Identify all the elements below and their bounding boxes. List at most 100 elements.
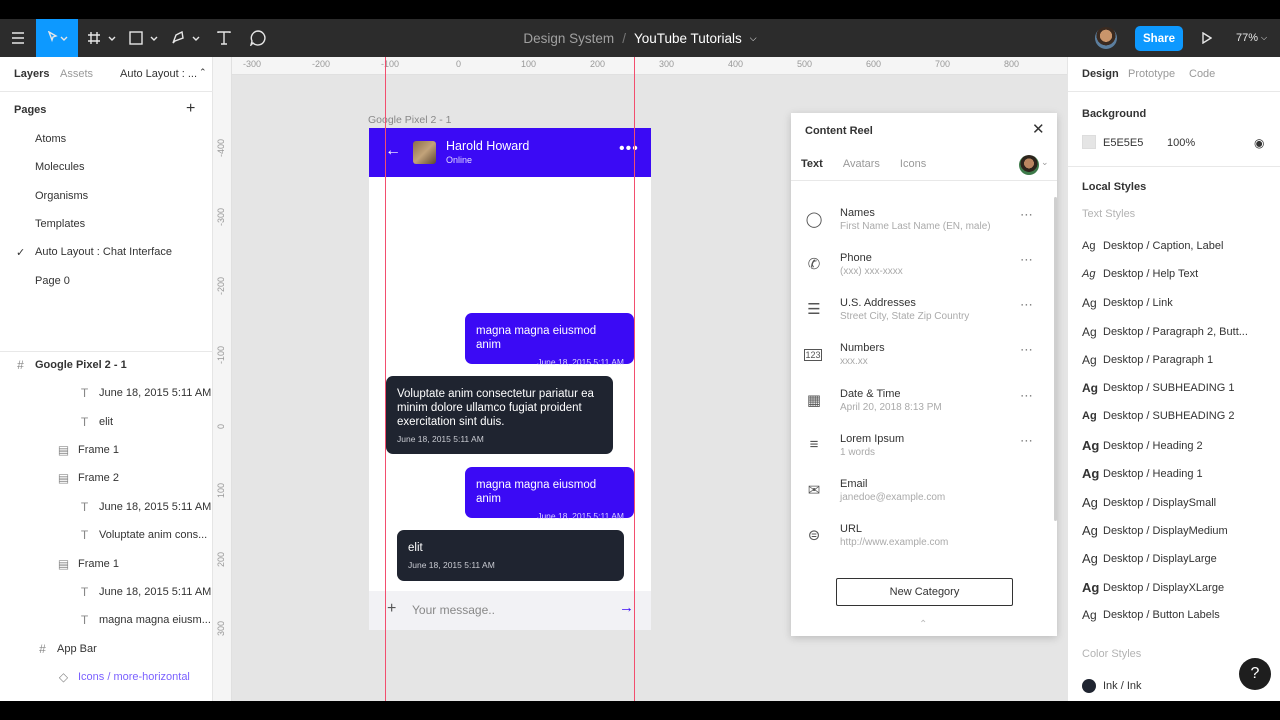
- ruler-tick: 300: [216, 620, 226, 636]
- page-item-molecules[interactable]: Molecules: [35, 161, 85, 173]
- layer-item[interactable]: ▤ Frame 2: [57, 471, 119, 485]
- ruler-tick: -200: [216, 276, 226, 295]
- layers-panel: Layers Assets Auto Layout : ... ⌃ Pages …: [0, 57, 213, 701]
- text-style-item[interactable]: Ag Desktop / DisplayLarge: [1082, 551, 1217, 566]
- tab-layers[interactable]: Layers: [14, 68, 49, 80]
- eye-icon[interactable]: ◉: [1254, 136, 1264, 150]
- chevron-up-icon[interactable]: ⌃: [199, 67, 207, 78]
- text-style-item[interactable]: Ag Desktop / DisplayXLarge: [1082, 580, 1224, 595]
- text-layer-icon: T: [80, 500, 89, 514]
- frame-label[interactable]: Google Pixel 2 - 1: [368, 114, 451, 126]
- text-style-item[interactable]: Ag Desktop / Link: [1082, 296, 1173, 310]
- message-bubble-incoming[interactable]: Voluptate anim consectetur pariatur ea m…: [386, 376, 613, 454]
- new-category-button[interactable]: New Category: [836, 578, 1013, 606]
- auto-layout-icon: ▤: [57, 443, 70, 457]
- category-row-lorem-ipsum[interactable]: ≡ Lorem Ipsum 1 words ⋯: [791, 429, 1057, 469]
- category-row-date-time[interactable]: ▦ Date & Time April 20, 2018 8:13 PM ⋯: [791, 384, 1057, 424]
- ruler-tick: -300: [216, 207, 226, 226]
- text-styles-title: Text Styles: [1082, 208, 1136, 220]
- background-swatch[interactable]: [1082, 135, 1096, 149]
- layer-item[interactable]: ▤ Frame 1: [57, 557, 119, 571]
- tab-design[interactable]: Design: [1082, 68, 1119, 80]
- color-swatch: [1082, 679, 1096, 693]
- message-bubble-outgoing[interactable]: magna magna eiusmod anim June 18, 2015 5…: [465, 313, 634, 367]
- page-item-organisms[interactable]: Organisms: [35, 190, 88, 202]
- background-opacity[interactable]: 100%: [1167, 137, 1195, 149]
- send-arrow-icon[interactable]: →: [619, 599, 634, 616]
- layer-item[interactable]: T June 18, 2015 5:11 AM: [78, 585, 212, 599]
- tab-code[interactable]: Code: [1189, 68, 1215, 80]
- layer-item[interactable]: ◇ Icons / more-horizontal: [57, 670, 190, 684]
- message-bubble-outgoing[interactable]: magna magna eiusmod anim June 18, 2015 5…: [465, 467, 634, 521]
- text-style-item[interactable]: Ag Desktop / Button Labels: [1082, 608, 1220, 622]
- layer-item[interactable]: T elit: [78, 415, 113, 429]
- phone-frame[interactable]: ← Harold Howard Online ••• magna magna e…: [369, 128, 651, 630]
- more-horizontal-icon[interactable]: •••: [619, 140, 639, 158]
- ruler-tick: 800: [1004, 59, 1020, 69]
- breadcrumb-project[interactable]: Design System: [523, 31, 614, 46]
- text-style-item[interactable]: Ag Desktop / Help Text: [1082, 268, 1198, 280]
- back-arrow-icon[interactable]: ←: [385, 142, 401, 160]
- tab-icons[interactable]: Icons: [900, 158, 926, 170]
- tab-assets[interactable]: Assets: [60, 68, 93, 80]
- text-style-item[interactable]: Ag Desktop / DisplaySmall: [1082, 495, 1216, 510]
- message-bubble-incoming[interactable]: elit June 18, 2015 5:11 AM: [397, 530, 624, 581]
- layer-item[interactable]: # Google Pixel 2 - 1: [14, 358, 127, 372]
- page-item-page-0[interactable]: Page 0: [35, 275, 70, 287]
- color-style-item[interactable]: Ink / Ink: [1082, 679, 1142, 693]
- add-attachment-icon[interactable]: +: [387, 600, 396, 618]
- add-page-icon[interactable]: +: [186, 100, 195, 118]
- page-item-atoms[interactable]: Atoms: [35, 133, 66, 145]
- breadcrumb-file[interactable]: YouTube Tutorials: [634, 31, 742, 46]
- more-horizontal-icon[interactable]: ⋯: [1020, 342, 1034, 358]
- chevron-down-icon[interactable]: ⌵: [750, 33, 757, 44]
- tab-text[interactable]: Text: [801, 158, 823, 170]
- account-avatar[interactable]: [1019, 155, 1039, 175]
- layer-item[interactable]: T June 18, 2015 5:11 AM: [78, 500, 212, 514]
- text-style-item[interactable]: Ag Desktop / Heading 1: [1082, 466, 1203, 481]
- category-row-addresses[interactable]: ☰ U.S. Addresses Street City, State Zip …: [791, 293, 1057, 333]
- page-selector[interactable]: Auto Layout : ...: [120, 68, 197, 80]
- layer-item[interactable]: T June 18, 2015 5:11 AM: [78, 386, 212, 400]
- tab-avatars[interactable]: Avatars: [843, 158, 880, 170]
- message-input[interactable]: Your message..: [412, 603, 495, 617]
- text-style-item[interactable]: Ag Desktop / Heading 2: [1082, 438, 1203, 453]
- ruler-tick: -100: [381, 59, 400, 69]
- canvas[interactable]: -300 -200 -100 0 100 200 300 400 500 600…: [213, 57, 1067, 701]
- chevron-up-icon[interactable]: ⌃: [919, 619, 927, 630]
- ruler-horizontal: -300 -200 -100 0 100 200 300 400 500 600…: [231, 57, 1067, 75]
- help-button[interactable]: ?: [1239, 658, 1271, 690]
- background-hex[interactable]: E5E5E5: [1103, 137, 1143, 149]
- page-item-chat-interface[interactable]: Auto Layout : Chat Interface: [35, 246, 172, 258]
- more-horizontal-icon[interactable]: ⋯: [1020, 252, 1034, 268]
- text-style-item[interactable]: Ag Desktop / SUBHEADING 2: [1082, 410, 1234, 422]
- more-horizontal-icon[interactable]: ⋯: [1020, 297, 1034, 313]
- category-row-email[interactable]: ✉ Email janedoe@example.com: [791, 474, 1057, 514]
- zoom-control[interactable]: 77% ⌵: [1236, 19, 1267, 57]
- page-item-templates[interactable]: Templates: [35, 218, 85, 230]
- more-horizontal-icon[interactable]: ⋯: [1020, 207, 1034, 223]
- text-style-item[interactable]: Ag Desktop / Paragraph 2, Butt...: [1082, 325, 1248, 339]
- share-button[interactable]: Share: [1135, 26, 1183, 51]
- present-play-icon[interactable]: [1196, 19, 1218, 57]
- layer-item[interactable]: # App Bar: [36, 642, 97, 656]
- tab-prototype[interactable]: Prototype: [1128, 68, 1175, 80]
- close-icon[interactable]: ✕: [1032, 120, 1045, 138]
- user-avatar[interactable]: [1095, 27, 1117, 49]
- scrollbar[interactable]: [1054, 197, 1057, 521]
- layer-item[interactable]: T Voluptate anim cons...: [78, 528, 207, 542]
- layer-item[interactable]: T magna magna eiusm...: [78, 613, 211, 627]
- text-style-item[interactable]: Ag Desktop / DisplayMedium: [1082, 523, 1228, 538]
- more-horizontal-icon[interactable]: ⋯: [1020, 388, 1034, 404]
- breadcrumb: Design System / YouTube Tutorials ⌵: [0, 19, 1280, 57]
- chevron-down-icon[interactable]: ⌄: [1041, 157, 1049, 168]
- category-row-names[interactable]: ◯ Names First Name Last Name (EN, male) …: [791, 203, 1057, 243]
- category-row-numbers[interactable]: 123 Numbers xxx.xx ⋯: [791, 338, 1057, 378]
- layer-item[interactable]: ▤ Frame 1: [57, 443, 119, 457]
- text-style-item[interactable]: Ag Desktop / Caption, Label: [1082, 240, 1223, 252]
- text-style-item[interactable]: Ag Desktop / Paragraph 1: [1082, 353, 1213, 367]
- category-row-phone[interactable]: ✆ Phone (xxx) xxx-xxxx ⋯: [791, 248, 1057, 288]
- category-row-url[interactable]: ⊜ URL http://www.example.com: [791, 519, 1057, 559]
- more-horizontal-icon[interactable]: ⋯: [1020, 433, 1034, 449]
- text-style-item[interactable]: Ag Desktop / SUBHEADING 1: [1082, 381, 1234, 395]
